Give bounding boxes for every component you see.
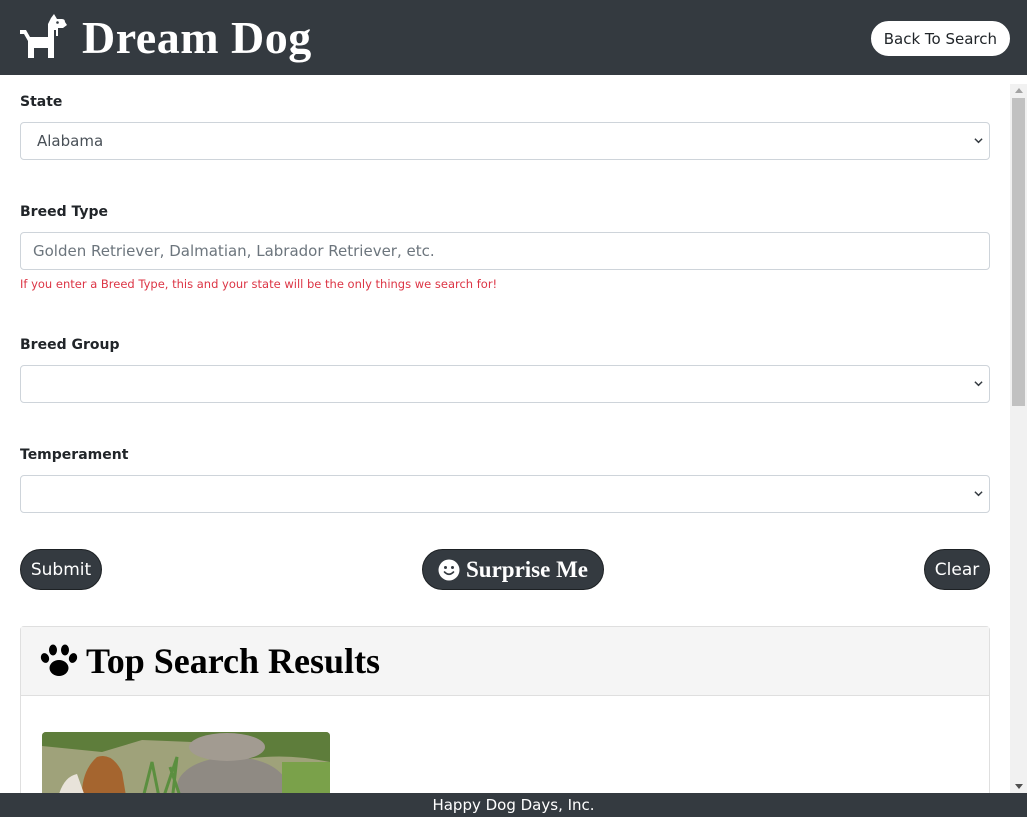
navbar: Dream Dog Back To Search — [0, 0, 1027, 75]
state-label: State — [20, 94, 63, 110]
dog-result-image[interactable] — [42, 732, 330, 793]
breed-group-select[interactable] — [20, 365, 990, 403]
brand[interactable]: Dream Dog — [18, 11, 312, 64]
scrollbar[interactable] — [1010, 84, 1027, 793]
paw-icon — [40, 644, 78, 676]
breed-type-input[interactable]: Golden Retriever, Dalmatian, Labrador Re… — [20, 232, 990, 270]
smile-icon — [438, 559, 460, 580]
temperament-select[interactable] — [20, 475, 990, 513]
dog-photo — [42, 732, 330, 793]
dog-icon — [20, 13, 67, 58]
breed-group-label: Breed Group — [20, 337, 120, 353]
results-title: Top Search Results — [86, 641, 381, 681]
scrollbar-thumb[interactable] — [1012, 98, 1025, 406]
footer-text: Happy Dog Days, Inc. — [432, 796, 595, 814]
results-header: Top Search Results — [21, 627, 989, 696]
submit-button[interactable]: Submit — [20, 549, 102, 590]
brand-title: Dream Dog — [82, 12, 312, 63]
chevron-down-icon — [974, 381, 983, 387]
chevron-down-icon — [974, 491, 983, 497]
scroll-down-icon[interactable] — [1015, 784, 1023, 789]
scroll-up-icon[interactable] — [1015, 88, 1023, 93]
clear-button[interactable]: Clear — [924, 549, 990, 590]
chevron-down-icon — [974, 138, 983, 144]
search-form: State Alabama Breed Type Golden Retrieve… — [0, 75, 1010, 793]
breed-type-label: Breed Type — [20, 204, 108, 220]
surprise-me-button[interactable]: Surprise Me — [422, 549, 604, 590]
state-select[interactable]: Alabama — [20, 122, 990, 160]
results-card: Top Search Results — [20, 626, 990, 793]
footer: Happy Dog Days, Inc. — [0, 793, 1027, 817]
back-to-search-button[interactable]: Back To Search — [869, 20, 1011, 57]
breed-type-placeholder: Golden Retriever, Dalmatian, Labrador Re… — [33, 242, 435, 260]
breed-type-help: If you enter a Breed Type, this and your… — [20, 277, 498, 291]
state-select-value: Alabama — [37, 132, 104, 150]
temperament-label: Temperament — [20, 447, 129, 463]
surprise-me-label: Surprise Me — [465, 556, 588, 582]
